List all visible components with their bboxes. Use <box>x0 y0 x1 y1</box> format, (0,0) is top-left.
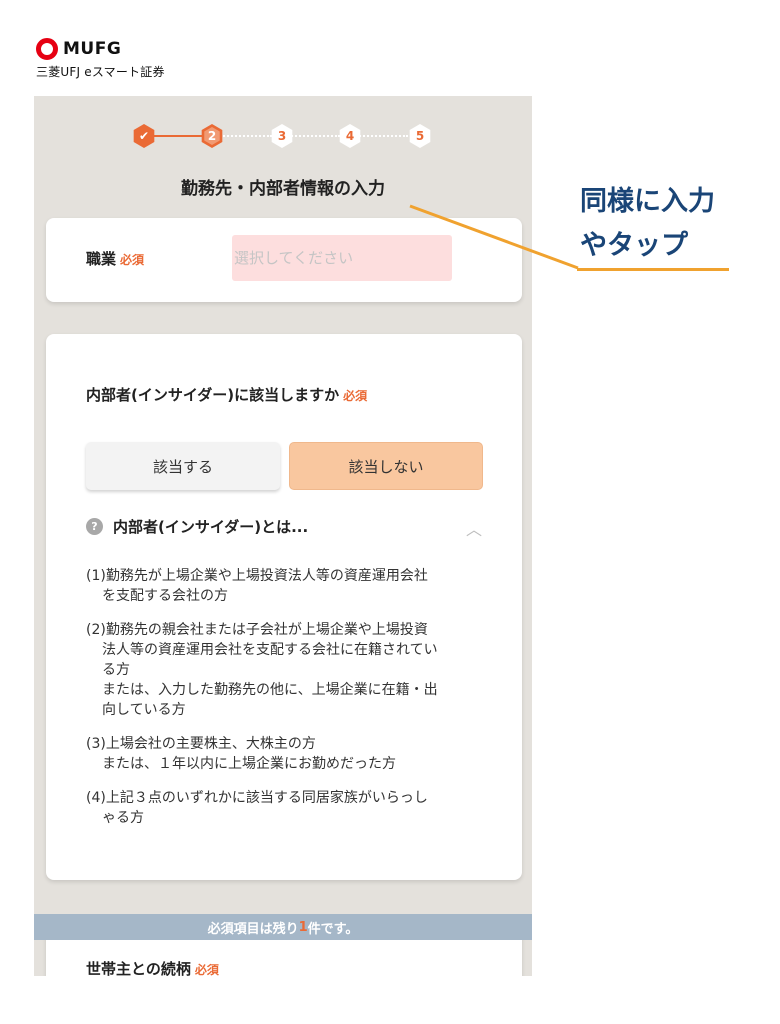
annotation-callout: 同様に入力 やタップ <box>580 180 715 268</box>
annotation-pointer-line <box>409 204 579 270</box>
screen: MUFG 三菱UFJ eスマート証券 ✔ 2 3 4 5 勤務先・内部者情報の入… <box>0 0 780 1024</box>
annotation-line-2: やタップ <box>580 230 688 261</box>
annotation-line-1: 同様に入力 <box>580 186 715 217</box>
annotation-underline <box>577 268 729 271</box>
